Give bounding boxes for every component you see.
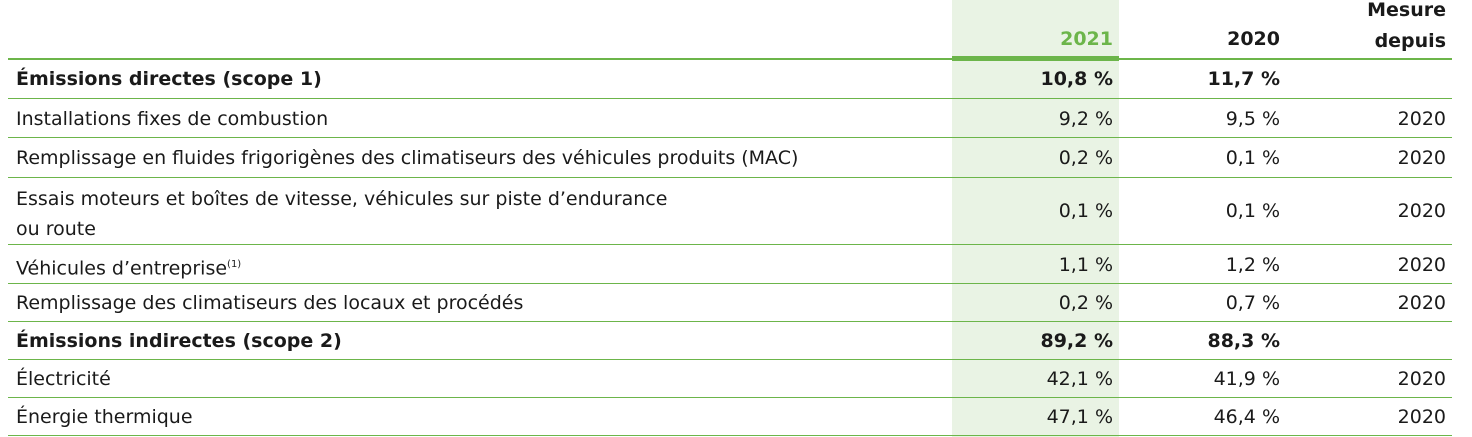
row-label-line1: Essais moteurs et boîtes de vitesse, véh…: [16, 188, 668, 210]
value-2020: 9,5 %: [1225, 108, 1280, 130]
row-label: Énergie thermique: [16, 406, 193, 428]
table-row: Énergie thermique 47,1 % 46,4 % 2020: [8, 398, 1452, 436]
row-label: Remplissage en fluides frigorigènes des …: [16, 147, 799, 169]
header-mesure-depuis: Mesure depuis: [1286, 0, 1446, 57]
value-mesure: 2020: [1397, 108, 1446, 130]
row-label-text: Véhicules d’entreprise: [16, 257, 228, 280]
value-2021: 47,1 %: [1046, 406, 1113, 428]
row-label: Émissions indirectes (scope 2): [16, 330, 342, 352]
value-2021: 0,1 %: [1058, 200, 1113, 222]
header-2021: 2021: [1060, 28, 1113, 50]
row-label: Électricité: [16, 368, 111, 390]
table-row-scope2: Émissions indirectes (scope 2) 89,2 % 88…: [8, 322, 1452, 360]
value-mesure: 2020: [1397, 368, 1446, 390]
header-mesure-line2: depuis: [1374, 30, 1446, 52]
footnote-marker: (1): [227, 259, 242, 270]
value-2021: 10,8 %: [1040, 68, 1113, 90]
value-2021: 9,2 %: [1058, 108, 1113, 130]
value-2020: 46,4 %: [1213, 406, 1280, 428]
value-mesure: 2020: [1397, 254, 1446, 276]
table-row: Électricité 42,1 % 41,9 % 2020: [8, 360, 1452, 398]
row-label-line2: ou route: [16, 218, 96, 240]
value-2020: 11,7 %: [1207, 68, 1280, 90]
value-2021: 42,1 %: [1046, 368, 1113, 390]
value-mesure: 2020: [1397, 200, 1446, 222]
row-label: Émissions directes (scope 1): [16, 68, 322, 90]
value-2021: 0,2 %: [1058, 147, 1113, 169]
row-label: Installations fixes de combustion: [16, 108, 329, 130]
row-label: Remplissage des climatiseurs des locaux …: [16, 292, 524, 314]
emissions-table: 2021 2020 Mesure depuis Émissions direct…: [8, 0, 1464, 437]
table-row: Essais moteurs et boîtes de vitesse, véh…: [8, 178, 1452, 245]
value-2020: 0,1 %: [1225, 147, 1280, 169]
value-2020: 0,1 %: [1225, 200, 1280, 222]
value-2021: 89,2 %: [1040, 330, 1113, 352]
value-2021: 0,2 %: [1058, 292, 1113, 314]
value-2020: 0,7 %: [1225, 292, 1280, 314]
value-mesure: 2020: [1397, 292, 1446, 314]
row-label: Véhicules d’entreprise(1): [16, 245, 241, 288]
table-row: Remplissage en fluides frigorigènes des …: [8, 138, 1452, 178]
header-mesure-line1: Mesure: [1367, 0, 1446, 21]
value-2020: 88,3 %: [1207, 330, 1280, 352]
table-row: Installations fixes de combustion 9,2 % …: [8, 99, 1452, 138]
value-2021: 1,1 %: [1058, 254, 1113, 276]
value-mesure: 2020: [1397, 147, 1446, 169]
table-row-scope1: Émissions directes (scope 1) 10,8 % 11,7…: [8, 60, 1452, 99]
table-header: 2021 2020 Mesure depuis: [8, 0, 1464, 58]
value-2020: 1,2 %: [1225, 254, 1280, 276]
table-row: Véhicules d’entreprise(1) 1,1 % 1,2 % 20…: [8, 245, 1452, 284]
value-mesure: 2020: [1397, 406, 1446, 428]
table-row: Remplissage des climatiseurs des locaux …: [8, 284, 1452, 322]
header-2020: 2020: [1227, 28, 1280, 50]
value-2020: 41,9 %: [1213, 368, 1280, 390]
row-label: Essais moteurs et boîtes de vitesse, véh…: [16, 184, 667, 244]
